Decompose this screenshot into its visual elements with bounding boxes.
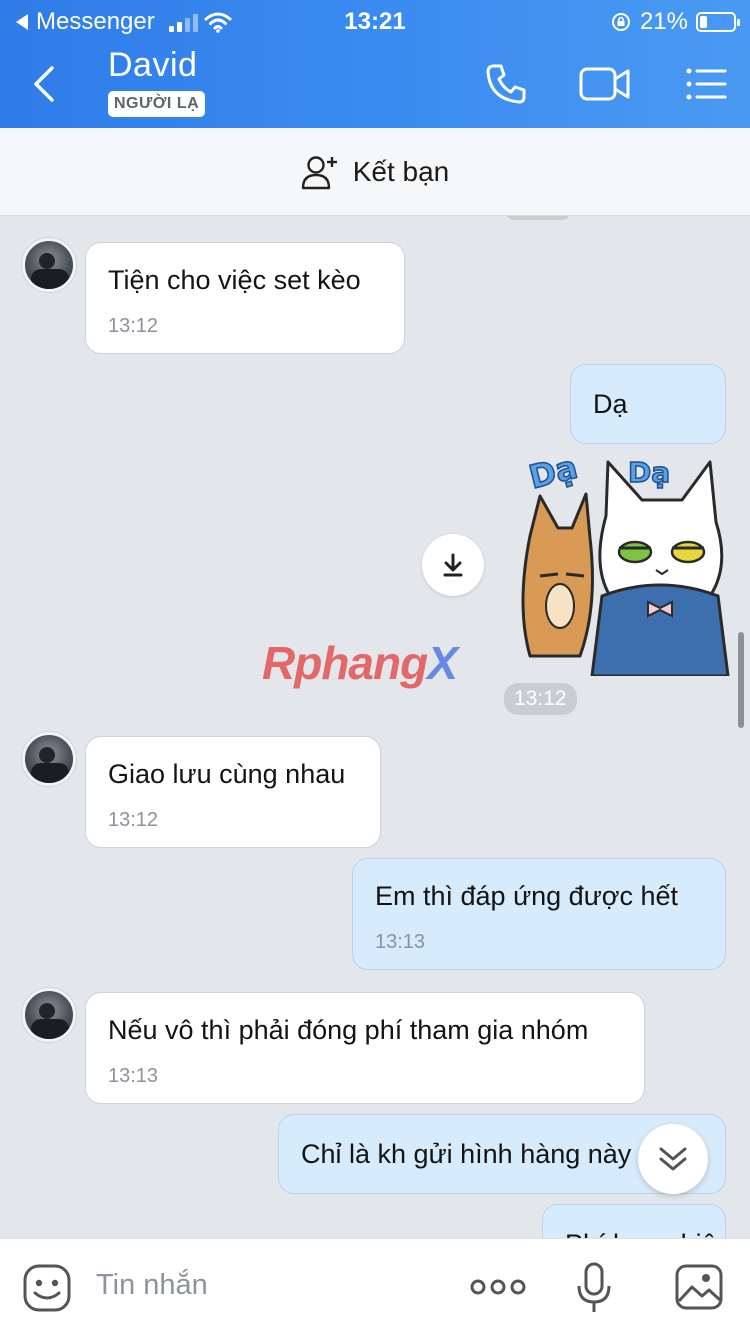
stranger-badge: NGƯỜI LẠ bbox=[108, 91, 206, 117]
menu-icon[interactable] bbox=[684, 62, 728, 106]
contact-name[interactable]: David bbox=[108, 46, 197, 85]
add-friend-bar[interactable]: Kết bạn bbox=[0, 128, 750, 216]
message-bubble-incoming[interactable]: Nếu vô thì phải đóng phí tham gia nhóm 1… bbox=[85, 992, 645, 1104]
message-time: 13:13 bbox=[108, 1065, 159, 1087]
time-pill-partial bbox=[506, 216, 570, 220]
add-friend-icon bbox=[301, 155, 337, 189]
message-text: Tiện cho việc set kèo bbox=[108, 265, 361, 295]
image-gallery-icon[interactable] bbox=[674, 1263, 724, 1311]
rotation-lock-icon bbox=[611, 13, 630, 31]
watermark-logo: RphangX bbox=[262, 636, 458, 690]
sticker-time: 13:12 bbox=[504, 683, 577, 715]
avatar[interactable] bbox=[22, 732, 76, 786]
video-call-icon[interactable] bbox=[578, 62, 632, 106]
avatar[interactable] bbox=[22, 988, 76, 1042]
sticker-text-1: Dạ bbox=[525, 456, 581, 496]
message-text: Phí bao nhiêu bbox=[565, 1229, 725, 1238]
message-text: Dạ bbox=[593, 389, 628, 419]
status-right: 21% bbox=[610, 8, 740, 36]
message-text: Giao lưu cùng nhau bbox=[108, 759, 346, 789]
top-bar: Messenger 13:21 21% David NGƯỜI LẠ bbox=[0, 0, 750, 128]
battery-percent: 21% bbox=[639, 8, 688, 35]
double-chevron-down-icon bbox=[659, 1147, 687, 1171]
scrollbar[interactable] bbox=[738, 632, 744, 728]
download-button[interactable] bbox=[422, 534, 484, 596]
message-time: 13:13 bbox=[375, 931, 426, 953]
message-time: 13:12 bbox=[108, 809, 159, 831]
sticker-text-2: Dạ bbox=[628, 456, 670, 489]
message-bubble-incoming[interactable]: Giao lưu cùng nhau 13:12 bbox=[85, 736, 381, 848]
message-text: Em thì đáp ứng được hết bbox=[375, 881, 679, 911]
more-options-icon[interactable] bbox=[470, 1275, 526, 1299]
message-composer: Tin nhắn bbox=[0, 1238, 750, 1334]
battery-icon bbox=[696, 12, 740, 32]
message-text: Chỉ là kh gửi hình hàng này bbox=[301, 1139, 632, 1169]
sticker-emoji-icon[interactable] bbox=[22, 1263, 72, 1313]
message-text: Nếu vô thì phải đóng phí tham gia nhóm bbox=[108, 1015, 589, 1045]
avatar[interactable] bbox=[22, 238, 76, 292]
chat-area[interactable]: Tiện cho việc set kèo 13:12 Dạ Dạ Dạ Rph… bbox=[0, 216, 750, 1238]
download-icon bbox=[443, 553, 463, 577]
message-bubble-outgoing[interactable]: Em thì đáp ứng được hết 13:13 bbox=[352, 858, 726, 970]
message-time: 13:12 bbox=[108, 315, 159, 337]
message-bubble-outgoing[interactable]: Phí bao nhiêu bbox=[542, 1204, 726, 1238]
message-bubble-outgoing[interactable]: Dạ bbox=[570, 364, 726, 444]
sticker-cats[interactable]: Dạ Dạ bbox=[510, 456, 730, 676]
add-friend-label: Kết bạn bbox=[352, 155, 450, 187]
watermark-part-1: Rphang bbox=[262, 637, 428, 689]
phone-icon[interactable] bbox=[484, 62, 528, 106]
back-icon[interactable] bbox=[28, 62, 62, 106]
microphone-icon[interactable] bbox=[576, 1261, 612, 1315]
status-bar: Messenger 13:21 21% bbox=[0, 0, 750, 40]
scroll-to-bottom-button[interactable] bbox=[638, 1124, 708, 1194]
message-input[interactable]: Tin nhắn bbox=[96, 1269, 208, 1302]
watermark-part-2: X bbox=[427, 637, 458, 689]
message-bubble-incoming[interactable]: Tiện cho việc set kèo 13:12 bbox=[85, 242, 405, 354]
